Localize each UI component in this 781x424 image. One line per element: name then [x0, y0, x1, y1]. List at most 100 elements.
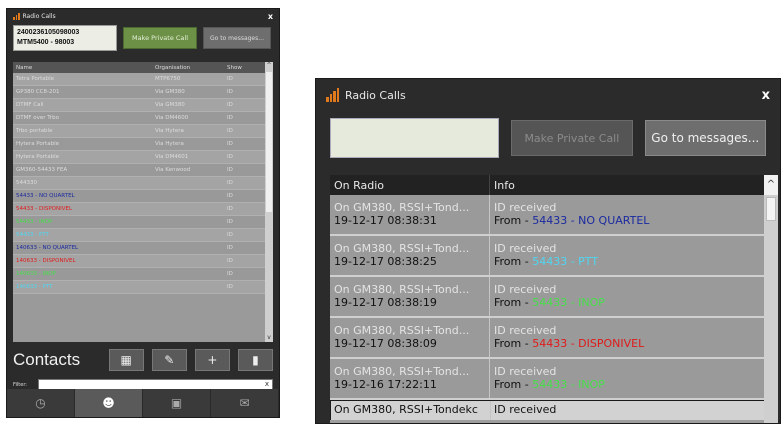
toolbar: 2400236105098003 MTM5400 - 98003 Make Pr… — [7, 23, 279, 53]
contact-row[interactable]: 544330 ID — [13, 177, 273, 190]
window-title: Radio Calls — [345, 88, 406, 102]
scroll-up-icon[interactable]: ^ — [764, 175, 778, 195]
column-header-info[interactable]: Info — [490, 179, 778, 192]
contact-show: ID — [227, 258, 233, 264]
call-radio-source: On GM380, RSSI+Tond... — [334, 242, 470, 255]
contact-name: GM360-54433 FEA — [16, 167, 68, 173]
contact-row[interactable]: 54433 - PTT ID — [13, 229, 273, 242]
contact-row[interactable]: Tetra Portable MTP6750 ID — [13, 73, 273, 86]
call-from-label: From - — [494, 337, 533, 350]
contact-name: 140633 - INOP — [16, 271, 56, 277]
contact-row[interactable]: DTMF Call Via GM380 ID — [13, 99, 273, 112]
column-header-organisation[interactable]: Organisation — [153, 65, 225, 71]
contact-organisation: Via DM4600 — [155, 115, 189, 121]
call-row[interactable]: On GM380, RSSI+Tond... 19-12-16 17:22:11 I… — [330, 359, 778, 400]
tab-contacts[interactable]: ☻ — [75, 389, 143, 417]
close-icon[interactable]: x — [268, 12, 273, 21]
contact-name: DTMF over Trbo — [16, 115, 59, 121]
add-contact-button[interactable]: + — [194, 349, 230, 371]
contacts-toolbar: Contacts ▦ ✎ + ▮ — [13, 347, 273, 373]
contact-show: ID — [227, 180, 233, 186]
contact-show: ID — [227, 245, 233, 251]
contacts-scrollbar[interactable]: ^ v — [265, 62, 273, 342]
close-icon[interactable]: x — [762, 88, 770, 103]
scrollbar-thumb[interactable] — [266, 72, 272, 212]
tab-keypad[interactable]: ▣ — [143, 389, 211, 417]
contact-row[interactable]: 140633 - INOP ID — [13, 268, 273, 281]
contact-name: Trbo portable — [16, 128, 53, 134]
contact-name: 544330 — [16, 180, 37, 186]
make-private-call-button[interactable]: Make Private Call — [123, 27, 197, 49]
column-header-show[interactable]: Show — [225, 65, 263, 71]
trash-icon: ▮ — [252, 353, 259, 367]
call-row[interactable]: On GM380, RSSI+Tond... 19-12-17 08:38:31 I… — [330, 195, 778, 236]
tab-history[interactable]: ◷ — [7, 389, 75, 417]
delete-contact-button[interactable]: ▮ — [237, 349, 273, 371]
radio-model: MTM5400 - 98003 — [17, 39, 75, 46]
contact-show: ID — [227, 232, 233, 238]
contact-organisation: MTP6750 — [155, 76, 181, 82]
contact-organisation: Via Hytera — [155, 128, 184, 134]
contact-row[interactable]: 54433 - INOP ID — [13, 216, 273, 229]
scrollbar-thumb[interactable] — [766, 197, 776, 221]
radio-id-number: 2400236105098003 — [17, 29, 80, 36]
go-to-messages-button[interactable]: Go to messages... — [203, 27, 271, 49]
clear-filter-icon[interactable]: x — [265, 380, 269, 388]
call-radio-source: On GM380, RSSI+Tond... — [334, 201, 470, 214]
contact-name: DTMF Call — [16, 102, 44, 108]
grid-icon: ▦ — [120, 353, 132, 367]
call-row[interactable]: On GM380, RSSI+Tond... 19-12-17 08:38:19 I… — [330, 277, 778, 318]
clock-icon: ◷ — [35, 396, 46, 410]
radio-calls-window-large: Radio Calls x Make Private Call Go to me… — [315, 78, 781, 424]
filter-label: Filter: — [13, 382, 27, 388]
scroll-down-icon[interactable]: v — [265, 334, 273, 342]
contact-show: ID — [227, 193, 233, 199]
contact-organisation: Via GM380 — [155, 102, 185, 108]
radio-id-display — [330, 118, 500, 158]
scroll-up-icon[interactable]: ^ — [265, 62, 273, 70]
edit-contact-button[interactable]: ✎ — [151, 349, 187, 371]
contact-show: ID — [227, 76, 233, 82]
tab-messages[interactable]: ✉ — [211, 389, 279, 417]
contact-row[interactable]: 140633 - PTT ID — [13, 281, 273, 294]
call-row[interactable]: On GM380, RSSI+Tond... 19-12-17 08:38:09 I… — [330, 318, 778, 359]
title-bar: Radio Calls x — [316, 79, 780, 111]
call-info: ID received — [494, 283, 557, 296]
contact-show: ID — [227, 271, 233, 277]
contact-show: ID — [227, 141, 233, 147]
contact-row[interactable]: DTMF over Trbo Via DM4600 ID — [13, 112, 273, 125]
call-radio-source: On GM380, RSSI+Tond... — [334, 365, 470, 378]
contact-show: ID — [227, 206, 233, 212]
column-header-name[interactable]: Name — [13, 65, 153, 71]
call-radio-source: On GM380, RSSI+Tond... — [334, 324, 470, 337]
call-timestamp: 19-12-17 08:38:31 — [334, 214, 437, 227]
contact-row[interactable]: 54433 - NO QUARTEL ID — [13, 190, 273, 203]
go-to-messages-button[interactable]: Go to messages... — [644, 120, 766, 156]
contact-row[interactable]: Hytera Portable Via Hytera ID — [13, 138, 273, 151]
column-header-on-radio[interactable]: On Radio — [330, 175, 490, 195]
contacts-list: Name Organisation Show Tetra Portable MTP… — [13, 62, 273, 342]
contact-row[interactable]: Hytera Portable Via DM4601 ID — [13, 151, 273, 164]
toolbar: Make Private Call Go to messages... — [316, 111, 780, 165]
contact-row[interactable]: GP380 CC8-201 Via GM380 ID — [13, 86, 273, 99]
contact-show: ID — [227, 154, 233, 160]
contact-row[interactable]: 140633 - NO QUARTEL ID — [13, 242, 273, 255]
call-info: ID received — [494, 324, 557, 337]
contact-row[interactable]: Trbo portable Via Hytera ID — [13, 125, 273, 138]
calls-scrollbar[interactable]: ^ — [764, 175, 778, 423]
contact-row[interactable]: 140633 - DISPONIVEL ID — [13, 255, 273, 268]
contact-organisation: Via Hytera — [155, 141, 184, 147]
radio-id-display: 2400236105098003 MTM5400 - 98003 — [13, 25, 117, 51]
contact-row[interactable]: 54433 - DISPONIVEL ID — [13, 203, 273, 216]
window-title: Radio Calls — [22, 12, 56, 20]
make-private-call-button[interactable]: Make Private Call — [511, 120, 633, 156]
call-row-partial[interactable]: On GM380, RSSI+Tondekc ID received — [330, 400, 778, 420]
contact-row[interactable]: GM360-54433 FEA Via Kenwood ID — [13, 164, 273, 177]
contact-name: Hytera Portable — [16, 141, 59, 147]
call-row[interactable]: On GM380, RSSI+Tond... 19-12-17 08:38:25 I… — [330, 236, 778, 277]
call-from-label: From - — [494, 214, 533, 227]
call-status-code: 54433 - INOP — [532, 296, 605, 309]
contact-name: 54433 - INOP — [16, 219, 53, 225]
grid-view-button[interactable]: ▦ — [108, 349, 144, 371]
contact-name: 54433 - PTT — [16, 232, 49, 238]
